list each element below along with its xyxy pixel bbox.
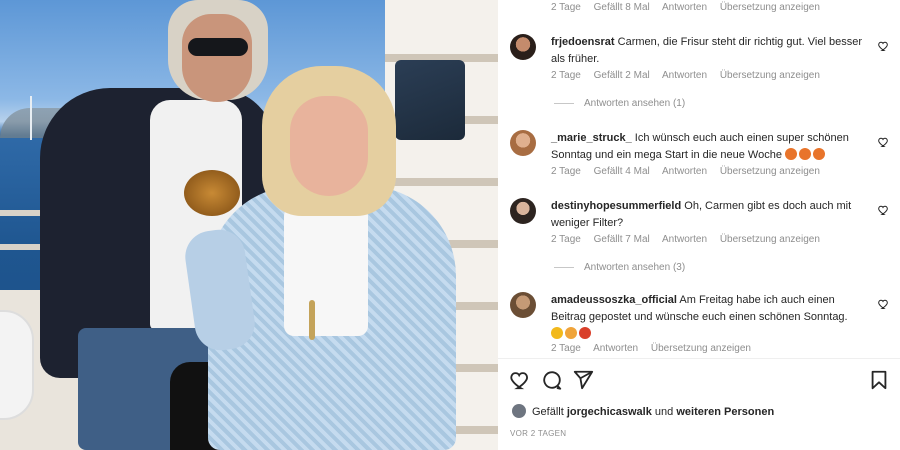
comment-like-heart-icon[interactable] [878,298,890,310]
comment-username[interactable]: destinyhopesummerfield [551,200,681,212]
reply-link[interactable]: Antworten [662,2,707,13]
avatar[interactable] [510,130,536,156]
coconut [184,170,240,216]
comment-text: destinyhopesummerfield Oh, Carmen gibt e… [551,198,869,232]
post-photo[interactable] [0,0,498,450]
comment-likes[interactable]: Gefällt 7 Mal [594,234,650,245]
comment-meta: 2 Tage Gefällt 2 Mal Antworten Übersetzu… [551,70,830,81]
liker-username[interactable]: jorgechicaswalk [567,406,652,418]
comment-text: _marie_struck_ Ich wünsch euch auch eine… [551,130,869,164]
liked-by-connector: und [654,406,674,418]
comment-meta: 2 Tage Gefällt 7 Mal Antworten Übersetzu… [551,234,830,245]
actions-divider [498,358,900,359]
reply-link[interactable]: Antworten [593,343,638,354]
view-replies-label[interactable]: Antworten ansehen (1) [584,98,685,109]
woman-face [290,96,368,196]
avatar[interactable] [510,34,536,60]
comment-username[interactable]: _marie_struck_ [551,132,632,144]
comment-meta: 2 Tage Antworten Übersetzung anzeigen [551,343,761,354]
comment-likes[interactable]: Gefällt 4 Mal [594,166,650,177]
comment-text: frjedoensrat Carmen, die Frisur steht di… [551,34,869,68]
replies-divider [554,266,574,268]
comments-panel: 2 Tage Gefällt 8 Mal Antworten Übersetzu… [498,0,900,450]
comment-username[interactable]: frjedoensrat [551,36,615,48]
comment-icon[interactable] [541,369,563,391]
post-date: VOR 2 TAGEN [510,429,567,438]
view-replies-label[interactable]: Antworten ansehen (3) [584,262,685,273]
sun-emoji-icon [551,327,563,339]
sailboat-mast [30,96,32,140]
translate-link[interactable]: Übersetzung anzeigen [720,166,820,177]
post-actions-bar [510,369,892,391]
reply-link[interactable]: Antworten [662,234,707,245]
translate-link[interactable]: Übersetzung anzeigen [720,70,820,81]
comment-time: 2 Tage [551,70,581,81]
smiling-face-emoji-icon [813,148,826,160]
liker-avatar[interactable] [512,404,526,418]
comment-time: 2 Tage [551,2,581,13]
woman-top [284,206,368,336]
other-likers-link[interactable]: weiteren Personen [676,406,774,418]
sunglasses [188,38,248,56]
liked-by-prefix: Gefällt [532,406,564,418]
smiling-face-emoji-icon [785,148,798,160]
comment-likes[interactable]: Gefällt 2 Mal [594,70,650,81]
liked-by-line: Gefällt jorgechicaswalk und weiteren Per… [512,404,774,418]
avatar[interactable] [510,198,536,224]
reply-link[interactable]: Antworten [662,70,707,81]
necklace-pendant [309,300,315,340]
translate-link[interactable]: Übersetzung anzeigen [720,2,820,13]
man-face [182,14,252,102]
translate-link[interactable]: Übersetzung anzeigen [720,234,820,245]
rose-emoji-icon [579,327,591,339]
comment-time: 2 Tage [551,166,581,177]
comment-meta: 2 Tage Gefällt 8 Mal Antworten Übersetzu… [551,2,830,13]
view-replies-link[interactable]: Antworten ansehen (1) [554,98,685,109]
comment-time: 2 Tage [551,234,581,245]
bookmark-icon[interactable] [868,369,890,391]
yacht-window [395,60,465,140]
comment-like-heart-icon[interactable] [878,204,890,216]
comment-time: 2 Tage [551,343,581,354]
heart-icon[interactable] [510,369,532,391]
comment-text: amadeussoszka_official Am Freitag habe i… [551,292,869,343]
translate-link[interactable]: Übersetzung anzeigen [651,343,751,354]
view-replies-link[interactable]: Antworten ansehen (3) [554,262,685,273]
smiling-face-emoji-icon [799,148,812,160]
life-buoy [0,310,34,420]
avatar[interactable] [510,292,536,318]
comment-likes[interactable]: Gefällt 8 Mal [594,2,650,13]
comment-meta: 2 Tage Gefällt 4 Mal Antworten Übersetzu… [551,166,830,177]
comment-like-heart-icon[interactable] [878,40,890,52]
smiling-face-emoji-icon [565,327,577,339]
comment-username[interactable]: amadeussoszka_official [551,294,677,306]
reply-link[interactable]: Antworten [662,166,707,177]
replies-divider [554,102,574,104]
comment-like-heart-icon[interactable] [878,136,890,148]
share-icon[interactable] [572,369,594,391]
